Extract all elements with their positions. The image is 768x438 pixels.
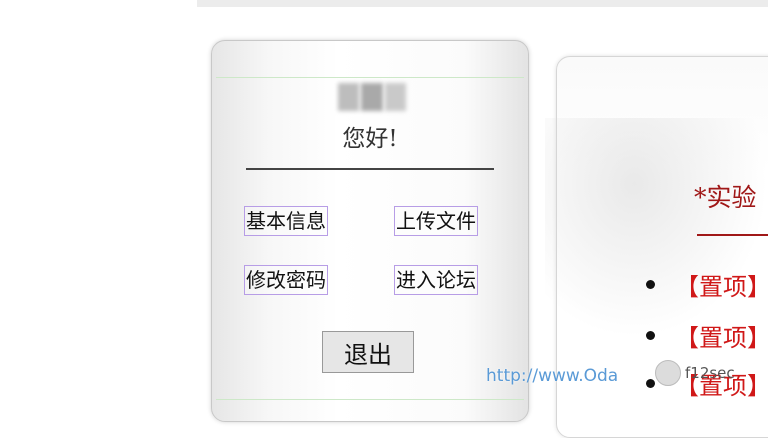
- user-panel: 您好! 基本信息 上传文件 修改密码 进入论坛 退出: [211, 40, 529, 422]
- panel-guide-line: [216, 399, 524, 400]
- content-background: [545, 118, 768, 338]
- logout-button[interactable]: 退出: [322, 331, 414, 373]
- change-password-link[interactable]: 修改密码: [244, 265, 328, 295]
- bullet-icon: [646, 378, 655, 388]
- list-item[interactable]: 【置项】: [646, 318, 768, 352]
- enter-forum-link[interactable]: 进入论坛: [394, 265, 478, 295]
- bullet-icon: [646, 330, 655, 340]
- top-bar: [197, 0, 768, 7]
- watermark-badge: f12sec: [655, 360, 735, 386]
- bullet-icon: [646, 279, 655, 289]
- panel-guide-line: [216, 77, 524, 78]
- username-redacted: [338, 83, 406, 111]
- panel-divider: [246, 168, 494, 170]
- content-title: *实验: [694, 183, 757, 212]
- list-item[interactable]: 【置项】: [646, 267, 768, 301]
- wechat-logo-icon: [655, 360, 681, 386]
- basic-info-link[interactable]: 基本信息: [244, 206, 328, 236]
- pinned-tag: 【置项】: [675, 272, 768, 301]
- watermark-badge-text: f12sec: [685, 364, 735, 382]
- pinned-tag: 【置项】: [675, 323, 768, 352]
- upload-file-link[interactable]: 上传文件: [394, 206, 478, 236]
- content-title-underline: [697, 234, 768, 236]
- greeting-text: 您好!: [342, 126, 398, 152]
- watermark-url: http://www.Oda: [486, 366, 619, 386]
